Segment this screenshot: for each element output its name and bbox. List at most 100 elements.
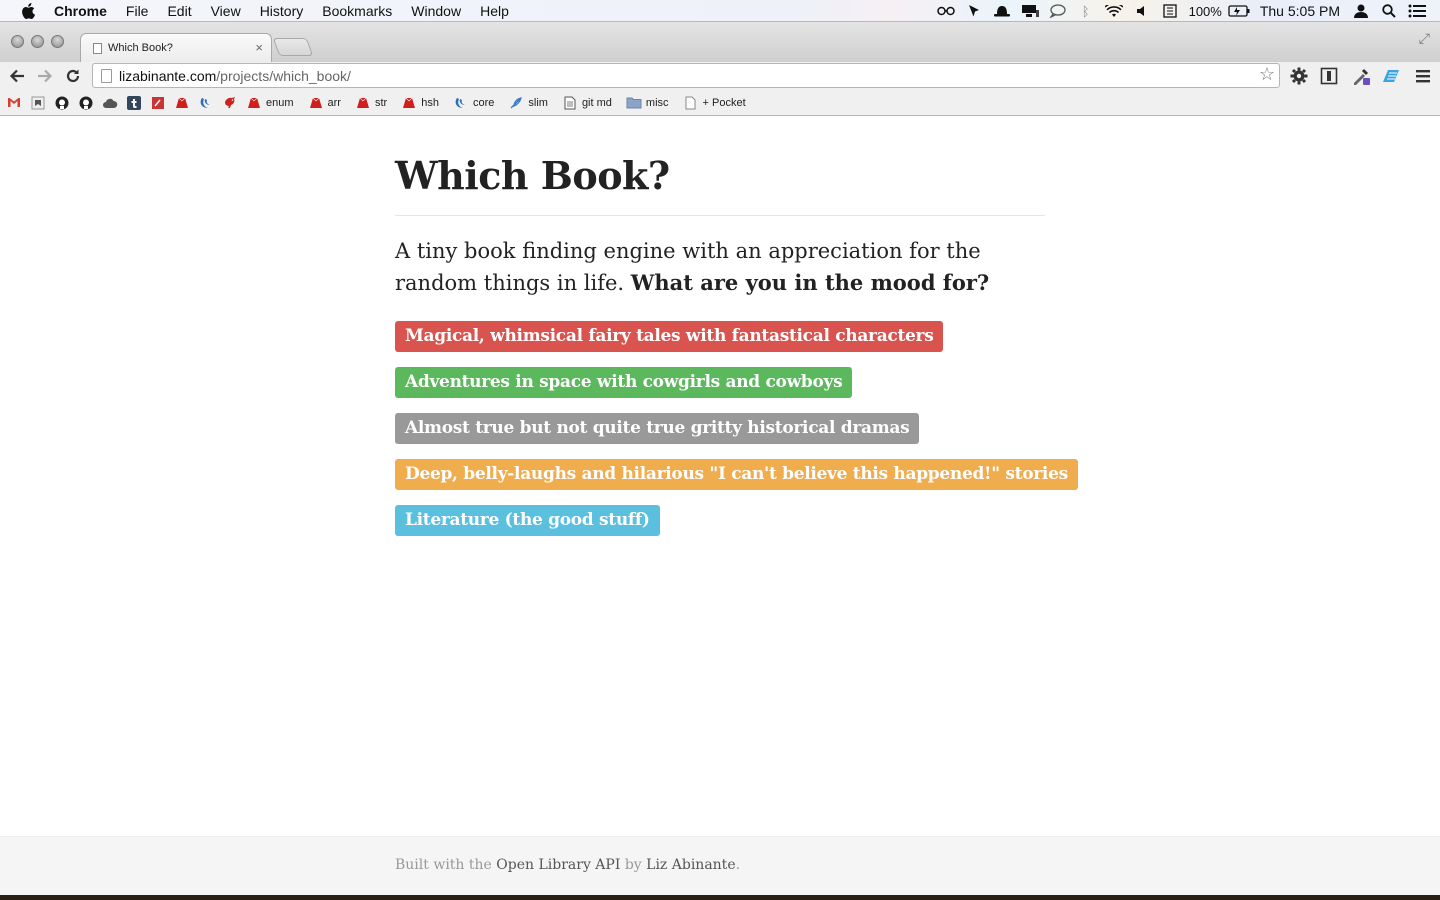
input-menu-icon[interactable]: [1159, 0, 1181, 22]
square-icon: [150, 95, 166, 111]
wifi-icon[interactable]: [1103, 0, 1125, 22]
bookmark-hsh[interactable]: hsh: [401, 95, 439, 111]
volume-icon[interactable]: [1131, 0, 1153, 22]
ruler-icon[interactable]: [1380, 64, 1402, 88]
bookmark-git-md[interactable]: git md: [562, 95, 612, 111]
gear-icon[interactable]: [1288, 64, 1310, 88]
glasses-icon[interactable]: [935, 0, 957, 22]
bookmark-enum[interactable]: enum: [246, 95, 294, 111]
open-library-api-link[interactable]: Open Library API: [496, 857, 620, 873]
bookmark-gmail[interactable]: [6, 95, 22, 111]
mood-list: Magical, whimsical fairy tales with fant…: [395, 320, 1078, 551]
bookmark-pocket[interactable]: + Pocket: [683, 95, 746, 111]
bookmarks-bar: enum arr str hsh core slim git md misc + Pocket: [0, 90, 1440, 116]
lead-text: A tiny book finding engine with an appre…: [395, 236, 1045, 299]
tab-title: Which Book?: [108, 42, 173, 54]
url-path: /projects/which_book/: [216, 67, 351, 84]
bookmark-ruby[interactable]: [174, 95, 190, 111]
bookmark-github[interactable]: [54, 95, 70, 111]
bookmark-jquery[interactable]: [198, 95, 214, 111]
page-title: Which Book?: [395, 153, 670, 198]
bookmark-str[interactable]: str: [355, 95, 387, 111]
bookmark-label: core: [472, 96, 495, 109]
battery-icon[interactable]: [1228, 0, 1250, 22]
bookmark-misc[interactable]: misc: [626, 95, 669, 111]
bookmark-label: arr: [327, 96, 341, 109]
cursor-icon[interactable]: [963, 0, 985, 22]
eyedropper-icon[interactable]: [1350, 64, 1372, 88]
content-container: Which Book? A tiny book finding engine w…: [395, 117, 1078, 551]
menu-window[interactable]: Window: [411, 3, 461, 19]
document-icon: [562, 95, 578, 111]
author-link[interactable]: Liz Abinante: [646, 857, 735, 873]
bookmark-slim[interactable]: slim: [508, 95, 548, 111]
display-icon[interactable]: [1019, 0, 1041, 22]
reload-button[interactable]: [62, 64, 84, 88]
bookmark-label: enum: [266, 96, 294, 109]
bookmark-label: misc: [645, 96, 669, 109]
address-bar[interactable]: lizabinante.com/projects/which_book/ ☆: [92, 63, 1280, 88]
browser-toolbar: lizabinante.com/projects/which_book/ ☆: [0, 62, 1440, 90]
page-icon: [683, 95, 699, 111]
mood-button-fairy-tales[interactable]: Magical, whimsical fairy tales with fant…: [395, 320, 944, 352]
bookmark-bird[interactable]: [222, 95, 238, 111]
menu-history[interactable]: History: [260, 3, 304, 19]
footer: Built with the Open Library API by Liz A…: [0, 836, 1440, 900]
cloud-icon: [102, 95, 118, 111]
page-content: Which Book? A tiny book finding engine w…: [0, 117, 1440, 900]
mood-button-humor[interactable]: Deep, belly-laughs and hilarious "I can'…: [395, 458, 1078, 490]
window-zoom-button[interactable]: [51, 35, 64, 48]
ruby-icon: [401, 95, 417, 111]
window-close-button[interactable]: [11, 35, 24, 48]
bookmark-square[interactable]: [150, 95, 166, 111]
footer-by: by: [624, 857, 642, 873]
bookmark-label: + Pocket: [702, 96, 746, 109]
forward-button[interactable]: [34, 64, 56, 88]
menu-app-chrome[interactable]: Chrome: [54, 3, 107, 19]
chrome-menu-icon[interactable]: [1412, 64, 1434, 88]
hat-icon[interactable]: [991, 0, 1013, 22]
new-tab-button[interactable]: [272, 38, 314, 56]
spotlight-search-icon[interactable]: [1378, 0, 1400, 22]
mood-button-historical-dramas[interactable]: Almost true but not quite true gritty hi…: [395, 412, 920, 444]
bookmark-label: str: [374, 96, 388, 109]
bluetooth-icon[interactable]: ᛒ: [1075, 0, 1097, 22]
mood-button-space-adventures[interactable]: Adventures in space with cowgirls and co…: [395, 366, 853, 398]
tab-close-icon[interactable]: ×: [255, 40, 263, 55]
clock[interactable]: Thu 5:05 PM: [1260, 3, 1340, 19]
menu-bookmarks[interactable]: Bookmarks: [322, 3, 392, 19]
footer-suffix: .: [735, 857, 741, 873]
bookmark-github[interactable]: [78, 95, 94, 111]
apple-icon[interactable]: [18, 0, 38, 22]
bookmark-cloud[interactable]: [102, 95, 118, 111]
browser-tab[interactable]: Which Book? ×: [80, 33, 272, 62]
window-minimize-button[interactable]: [31, 35, 44, 48]
battery-percent: 100%: [1188, 3, 1222, 19]
ruby-icon: [308, 95, 324, 111]
menu-bar: Chrome File Edit View History Bookmarks …: [0, 0, 1440, 22]
notification-center-icon[interactable]: [1406, 0, 1428, 22]
bookmark-arr[interactable]: arr: [308, 95, 341, 111]
fullscreen-icon[interactable]: ⤢: [1419, 30, 1430, 47]
footer-prefix: Built with the: [395, 857, 492, 873]
bookmark-tumblr[interactable]: [126, 95, 142, 111]
github-icon: [78, 95, 94, 111]
title-divider: [395, 214, 1045, 216]
menu-help[interactable]: Help: [480, 3, 509, 19]
bookmark-label: hsh: [421, 96, 439, 109]
user-icon[interactable]: [1350, 0, 1372, 22]
mood-button-literature[interactable]: Literature (the good stuff): [395, 504, 660, 536]
menu-file[interactable]: File: [126, 3, 149, 19]
page-icon: [93, 42, 102, 54]
menu-view[interactable]: View: [211, 3, 241, 19]
chat-bubble-icon[interactable]: [1047, 0, 1069, 22]
bookmark-core[interactable]: core: [453, 95, 494, 111]
ruby-icon: [246, 95, 262, 111]
extension-icon[interactable]: [1318, 64, 1340, 88]
page-icon: [101, 69, 112, 83]
bookmark-star-icon[interactable]: ☆: [1259, 64, 1275, 85]
back-button[interactable]: [6, 64, 28, 88]
menu-edit[interactable]: Edit: [167, 3, 191, 19]
desktop-edge: [0, 895, 1440, 900]
bookmark-bookmark[interactable]: [30, 95, 46, 111]
